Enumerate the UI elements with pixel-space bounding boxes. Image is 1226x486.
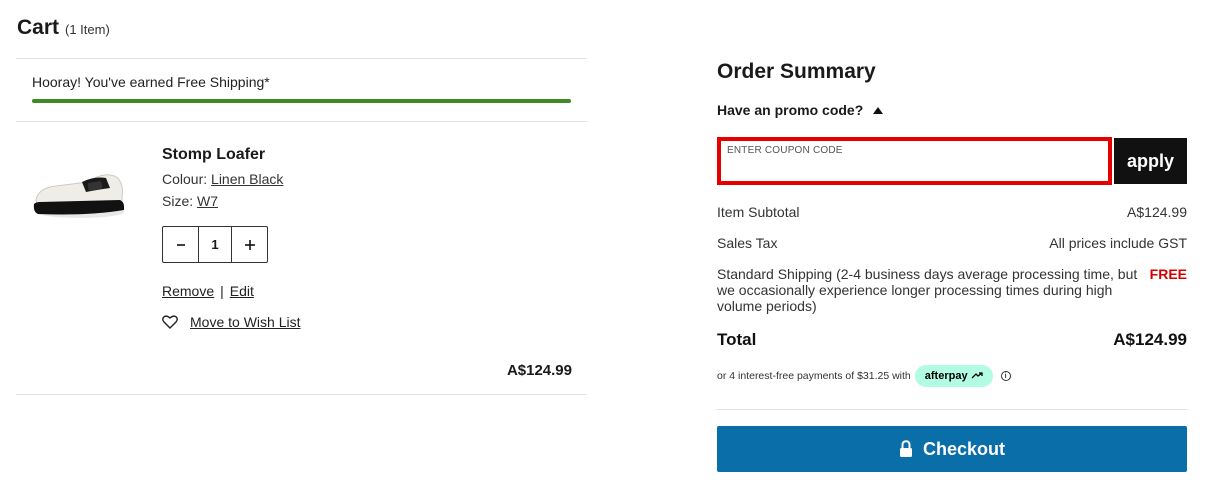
subtotal-row: Item Subtotal A$124.99: [717, 204, 1187, 220]
afterpay-badge[interactable]: afterpay: [914, 365, 993, 387]
apply-button[interactable]: apply: [1114, 138, 1187, 184]
heart-icon: [162, 315, 178, 329]
edit-link[interactable]: Edit: [230, 283, 254, 299]
shipping-label: Standard Shipping (2-4 business days ave…: [717, 266, 1138, 314]
divider: [717, 409, 1187, 410]
afterpay-message: or 4 interest-free payments of $31.25 wi…: [717, 365, 1011, 387]
order-summary-title: Order Summary: [717, 60, 876, 83]
product-image[interactable]: [28, 152, 128, 222]
afterpay-arrows-icon: [971, 371, 983, 378]
subtotal-value: A$124.99: [1127, 204, 1187, 220]
order-summary: Order Summary Have an promo code? ENTER …: [717, 60, 1187, 472]
colour-label: Colour:: [162, 171, 208, 187]
colour-attribute: Colour: Linen Black: [162, 171, 283, 187]
cart-header: Cart (1 Item): [17, 16, 110, 40]
wishlist-link[interactable]: Move to Wish List: [190, 314, 300, 330]
checkout-label: Checkout: [922, 438, 1005, 459]
sales-tax-label: Sales Tax: [717, 235, 778, 251]
checkout-button[interactable]: Checkout: [717, 426, 1187, 472]
caret-up-icon: [873, 106, 884, 114]
item-actions: Remove | Edit: [162, 283, 254, 299]
cart-title: Cart: [17, 16, 60, 39]
shipping-value: FREE: [1149, 266, 1187, 282]
coupon-form: ENTER COUPON CODE apply: [717, 137, 1187, 185]
total-row: Total A$124.99: [717, 330, 1187, 350]
product-name[interactable]: Stomp Loafer: [162, 146, 283, 164]
size-value-link[interactable]: W7: [197, 193, 218, 209]
divider: [16, 394, 587, 395]
coupon-field[interactable]: ENTER COUPON CODE: [717, 137, 1112, 185]
afterpay-brand: afterpay: [924, 370, 968, 382]
coupon-input[interactable]: [727, 159, 1097, 179]
sales-tax-value: All prices include GST: [1049, 235, 1187, 251]
sales-tax-row: Sales Tax All prices include GST: [717, 235, 1187, 251]
size-attribute: Size: W7: [162, 193, 283, 209]
item-price: A$124.99: [506, 362, 572, 379]
quantity-value[interactable]: 1: [198, 227, 232, 262]
afterpay-text: or 4 interest-free payments of $31.25 wi…: [717, 370, 911, 382]
info-icon[interactable]: i: [1000, 371, 1011, 381]
action-separator: |: [220, 283, 224, 299]
increment-button[interactable]: [232, 227, 267, 262]
move-to-wishlist[interactable]: Move to Wish List: [162, 314, 300, 330]
shipping-row: Standard Shipping (2-4 business days ave…: [717, 266, 1187, 314]
plus-icon: [244, 239, 255, 250]
size-label: Size:: [162, 193, 194, 209]
free-shipping-banner: Hooray! You've earned Free Shipping*: [16, 59, 587, 121]
minus-icon: [176, 243, 185, 246]
remove-link[interactable]: Remove: [162, 283, 214, 299]
free-shipping-progress-bar: [32, 99, 571, 103]
total-label: Total: [717, 330, 757, 349]
cart-item-count: (1 Item): [65, 22, 110, 37]
lock-icon: [899, 440, 912, 457]
decrement-button[interactable]: [163, 227, 198, 262]
subtotal-label: Item Subtotal: [717, 204, 800, 220]
quantity-stepper: 1: [162, 226, 268, 263]
free-shipping-message: Hooray! You've earned Free Shipping*: [32, 74, 270, 90]
colour-value-link[interactable]: Linen Black: [211, 171, 283, 187]
cart-panel: Hooray! You've earned Free Shipping* Sto…: [16, 58, 587, 395]
total-value: A$124.99: [1113, 330, 1187, 349]
promo-code-toggle[interactable]: Have an promo code?: [717, 102, 1187, 118]
cart-item: Stomp Loafer Colour: Linen Black Size: W…: [16, 122, 587, 394]
coupon-label: ENTER COUPON CODE: [727, 145, 843, 156]
promo-toggle-label: Have an promo code?: [717, 102, 864, 118]
item-details: Stomp Loafer Colour: Linen Black Size: W…: [162, 146, 283, 215]
